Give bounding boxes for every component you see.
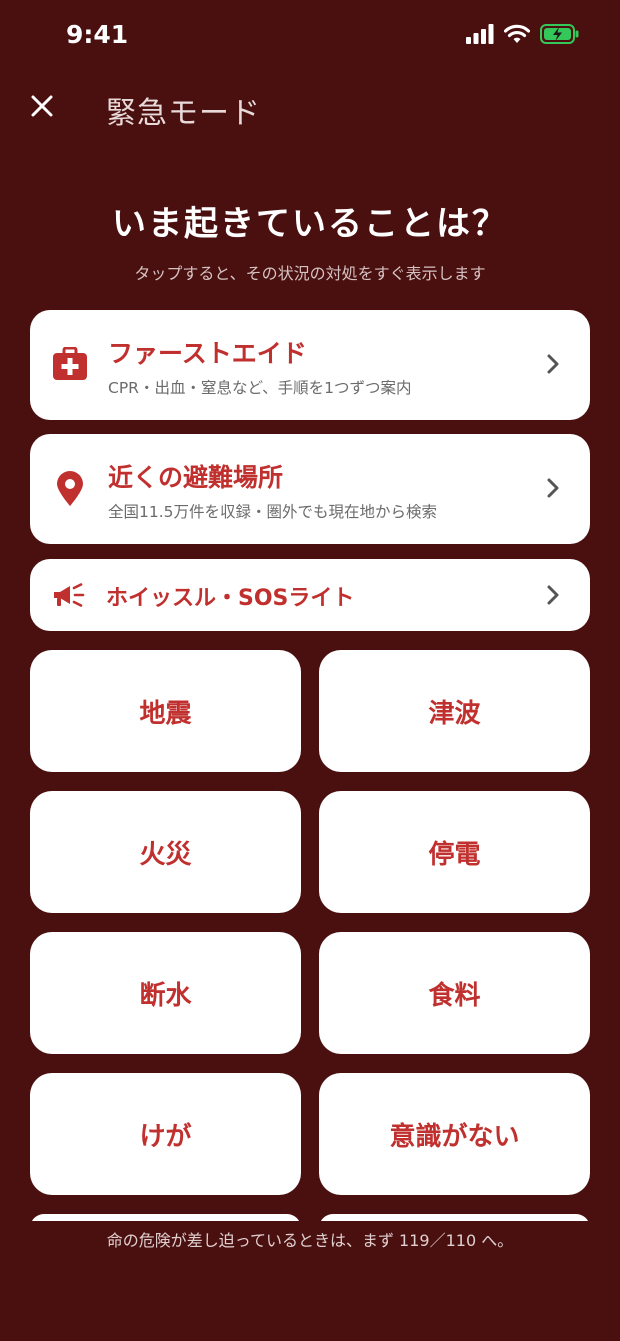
- tile-fire[interactable]: 火災: [30, 791, 301, 913]
- close-button[interactable]: [22, 86, 62, 126]
- whistle-sos-title: ホイッスル・SOSライト: [106, 586, 355, 611]
- shelter-title: 近くの避難場所: [108, 463, 284, 492]
- location-pin-icon: [56, 471, 84, 507]
- battery-charging-icon: [540, 24, 579, 44]
- first-aid-desc: CPR・出血・窒息など、手順を1つずつ案内: [108, 379, 412, 397]
- main-heading: いま起きていることは？: [112, 204, 508, 244]
- wifi-icon: [504, 24, 530, 43]
- close-icon: [31, 95, 53, 117]
- tile-food[interactable]: 食料: [319, 932, 590, 1054]
- first-aid-card[interactable]: ファーストエイド CPR・出血・窒息など、手順を1つずつ案内: [30, 310, 590, 420]
- footer: 命の危険が差し迫っているときは、まず 119／110 へ。: [0, 1221, 620, 1341]
- chevron-right-icon: [546, 353, 560, 375]
- signal-icon: [466, 24, 494, 44]
- footer-notice: 命の危険が差し迫っているときは、まず 119／110 へ。: [106, 1231, 514, 1250]
- shelter-desc: 全国11.5万件を収録・圏外でも現在地から検索: [108, 503, 438, 521]
- tile-water-outage[interactable]: 断水: [30, 932, 301, 1054]
- status-bar: 9:41: [0, 0, 620, 70]
- top-bar: 緊急モード: [0, 80, 620, 136]
- tile-earthquake[interactable]: 地震: [30, 650, 301, 772]
- tile-tsunami[interactable]: 津波: [319, 650, 590, 772]
- shelter-card[interactable]: 近くの避難場所 全国11.5万件を収録・圏外でも現在地から検索: [30, 434, 590, 544]
- first-aid-kit-icon: [52, 347, 88, 381]
- chevron-right-icon: [546, 584, 560, 606]
- tile-power-outage[interactable]: 停電: [319, 791, 590, 913]
- chevron-right-icon: [546, 477, 560, 499]
- whistle-sos-card[interactable]: ホイッスル・SOSライト: [30, 559, 590, 631]
- tile-unconscious[interactable]: 意識がない: [319, 1073, 590, 1195]
- tile-injury[interactable]: けが: [30, 1073, 301, 1195]
- sub-heading: タップすると、その状況の対処をすぐ表示します: [134, 264, 486, 283]
- status-time: 9:41: [66, 20, 129, 49]
- first-aid-title: ファーストエイド: [108, 339, 307, 368]
- page-title: 緊急モード: [106, 96, 261, 131]
- megaphone-icon: [52, 583, 86, 609]
- status-icons: [466, 24, 580, 44]
